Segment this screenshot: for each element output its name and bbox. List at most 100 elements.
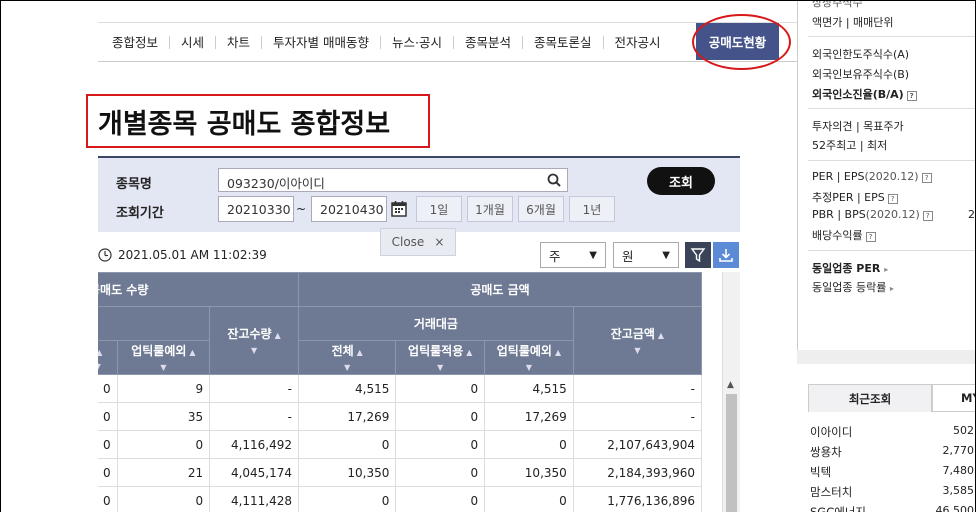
stock-label: 종목명 — [116, 177, 152, 192]
recent-item-name[interactable]: 이아이디 — [810, 424, 852, 440]
nav-item-disclosure[interactable]: 전자공시 — [604, 36, 672, 49]
table-cell: 9 — [117, 374, 211, 403]
nav-item-summary[interactable]: 종합정보 — [98, 35, 171, 49]
table-cell: 0 — [395, 458, 486, 487]
timestamp-text: 2021.05.01 AM 11:02:39 — [118, 248, 267, 262]
header-uptick-exempt-qty[interactable]: 업틱룰예외 ▲ ▼ — [116, 340, 211, 375]
table-cell: 0 — [117, 430, 211, 459]
table-cell: 4,116,492 — [209, 430, 300, 459]
period-1year-button[interactable]: 1년 — [569, 196, 615, 222]
table-cell: 0 — [98, 402, 118, 431]
header-partial[interactable]: ▲▼ — [98, 340, 118, 375]
header-balance-amount[interactable]: 잔고금액 ▲ ▼ — [572, 306, 703, 375]
table-cell: - — [573, 402, 703, 431]
filter-button[interactable] — [685, 242, 711, 268]
per-eps-label: PER | EPS(2020.12)? — [812, 170, 932, 183]
separator — [808, 108, 976, 109]
date-separator: ~ — [296, 202, 307, 216]
download-button[interactable] — [713, 242, 739, 268]
help-icon[interactable]: ? — [887, 194, 898, 204]
nav-item-chart[interactable]: 차트 — [216, 35, 263, 49]
period-6month-button[interactable]: 6개월 — [518, 196, 564, 222]
recent-item-name[interactable]: 맘스터치 — [810, 484, 852, 500]
est-per-label: 추정PER | EPS? — [812, 189, 898, 205]
table-cell: - — [573, 374, 703, 403]
period-1day-button[interactable]: 1일 — [416, 196, 462, 222]
table-scrollbar[interactable]: ▲ — [722, 272, 740, 512]
table-cell: 4,515 — [298, 374, 397, 403]
table-cell: 0 — [298, 430, 397, 459]
table-row: 0 0 4,111,428 0 0 0 1,776,136,896 — [98, 486, 703, 512]
separator — [808, 250, 976, 251]
table-cell: 0 — [98, 374, 118, 403]
pbr-bps-label: PBR | BPS(2020.12)? — [812, 208, 933, 221]
table-cell: 0 — [98, 486, 118, 512]
recent-item-name[interactable]: SGC에너지 — [810, 504, 866, 512]
calendar-icon[interactable] — [388, 196, 410, 222]
table-row: 0 35-17,269 0 17,269- — [98, 402, 703, 431]
nav-item-short-selling[interactable]: 공매도현황 — [696, 23, 779, 60]
tab-recent[interactable]: 최근조회 — [808, 384, 932, 412]
page-title-box: 개별종목 공매도 종합정보 — [86, 94, 430, 148]
table-cell: 0 — [395, 402, 486, 431]
top-nav: 종합정보 시세 차트 투자자별 매매동향 뉴스·공시 종목분석 종목토론실 전자… — [98, 22, 798, 62]
table-row: 0 9-4,515 0 4,515- — [98, 374, 703, 403]
nav-item-news[interactable]: 뉴스·공시 — [381, 35, 455, 49]
table-cell: 2,107,643,904 — [573, 430, 703, 459]
table-cell: 0 — [117, 486, 211, 512]
table-cell: 0 — [395, 374, 486, 403]
right-panel-divider — [797, 0, 798, 350]
week52-label: 52주최고 | 최저 — [812, 139, 888, 152]
table-cell: 0 — [484, 430, 574, 459]
stock-search-input[interactable]: 093230/이아이디 — [218, 168, 568, 192]
header-balance-qty[interactable]: 잔고수량 ▲ ▼ — [209, 306, 300, 375]
header-total-amount[interactable]: 전체 ▲ ▼ — [298, 340, 397, 375]
table-cell: 10,350 — [484, 458, 574, 487]
chevron-down-icon: ▼ — [589, 249, 597, 261]
industry-rate-link[interactable]: 동일업종 등락률 ▸ — [812, 279, 894, 295]
scrollbar-thumb[interactable] — [726, 394, 737, 512]
table-cell: 17,269 — [484, 402, 574, 431]
nav-item-price[interactable]: 시세 — [170, 35, 217, 49]
table-cell: 4,111,428 — [209, 486, 300, 512]
chevron-down-icon: ▼ — [662, 249, 670, 261]
recent-item-name[interactable]: 쌍용차 — [810, 444, 842, 460]
recent-item-name[interactable]: 빅텍 — [810, 464, 831, 480]
timestamp: 2021.05.01 AM 11:02:39 — [98, 248, 267, 262]
period-1month-button[interactable]: 1개월 — [467, 196, 513, 222]
header-uptick-applied-amount[interactable]: 업틱룰적용 ▲ ▼ — [395, 340, 486, 375]
pbr-value-partial: 2 — [968, 208, 975, 221]
date-from-input[interactable]: 20210330 — [218, 196, 294, 222]
date-to-input[interactable]: 20210430 — [311, 196, 387, 222]
search-icon[interactable] — [547, 173, 561, 187]
nav-item-investor-trend[interactable]: 투자자별 매매동향 — [262, 35, 382, 49]
separator — [808, 160, 976, 161]
table-row: 0 21 4,045,174 10,350 0 10,350 2,184,393,960 — [98, 458, 703, 487]
close-tab-button[interactable]: Close × — [380, 228, 456, 256]
table-cell: 0 — [98, 430, 118, 459]
currency-select[interactable]: 원 ▼ — [613, 242, 679, 268]
page-title: 개별종목 공매도 종합정보 — [98, 108, 391, 140]
table-cell: 2,184,393,960 — [573, 458, 703, 487]
table-cell: 0 — [298, 486, 397, 512]
chevron-right-icon: ▸ — [884, 265, 889, 274]
nav-item-discussion[interactable]: 종목토론실 — [523, 35, 604, 49]
help-icon[interactable]: ? — [906, 91, 917, 101]
invest-opinion-label: 투자의견 | 목표주가 — [812, 120, 904, 133]
search-panel: 종목명 093230/이아이디 조회 조회기간 20210330 ~ 20210… — [98, 156, 740, 232]
nav-item-analysis[interactable]: 종목분석 — [454, 35, 524, 49]
submit-button[interactable]: 조회 — [647, 167, 715, 195]
table-cell: 35 — [117, 402, 211, 431]
table-cell: 4,515 — [484, 374, 574, 403]
help-icon[interactable]: ? — [921, 173, 932, 183]
help-icon[interactable]: ? — [865, 232, 876, 242]
header-uptick-exempt-amount[interactable]: 업틱룰예외 ▲ ▼ — [484, 340, 574, 375]
help-icon[interactable]: ? — [922, 211, 933, 221]
tab-my[interactable]: MY — [932, 384, 976, 412]
unit-select[interactable]: 주 ▼ — [540, 242, 606, 268]
scroll-up-icon[interactable]: ▲ — [727, 380, 734, 390]
industry-per-link[interactable]: 동일업종 PER ▸ — [812, 260, 888, 276]
table-cell: - — [209, 374, 300, 403]
table-cell: 10,350 — [298, 458, 397, 487]
dividend-label: 배당수익률? — [812, 227, 876, 243]
